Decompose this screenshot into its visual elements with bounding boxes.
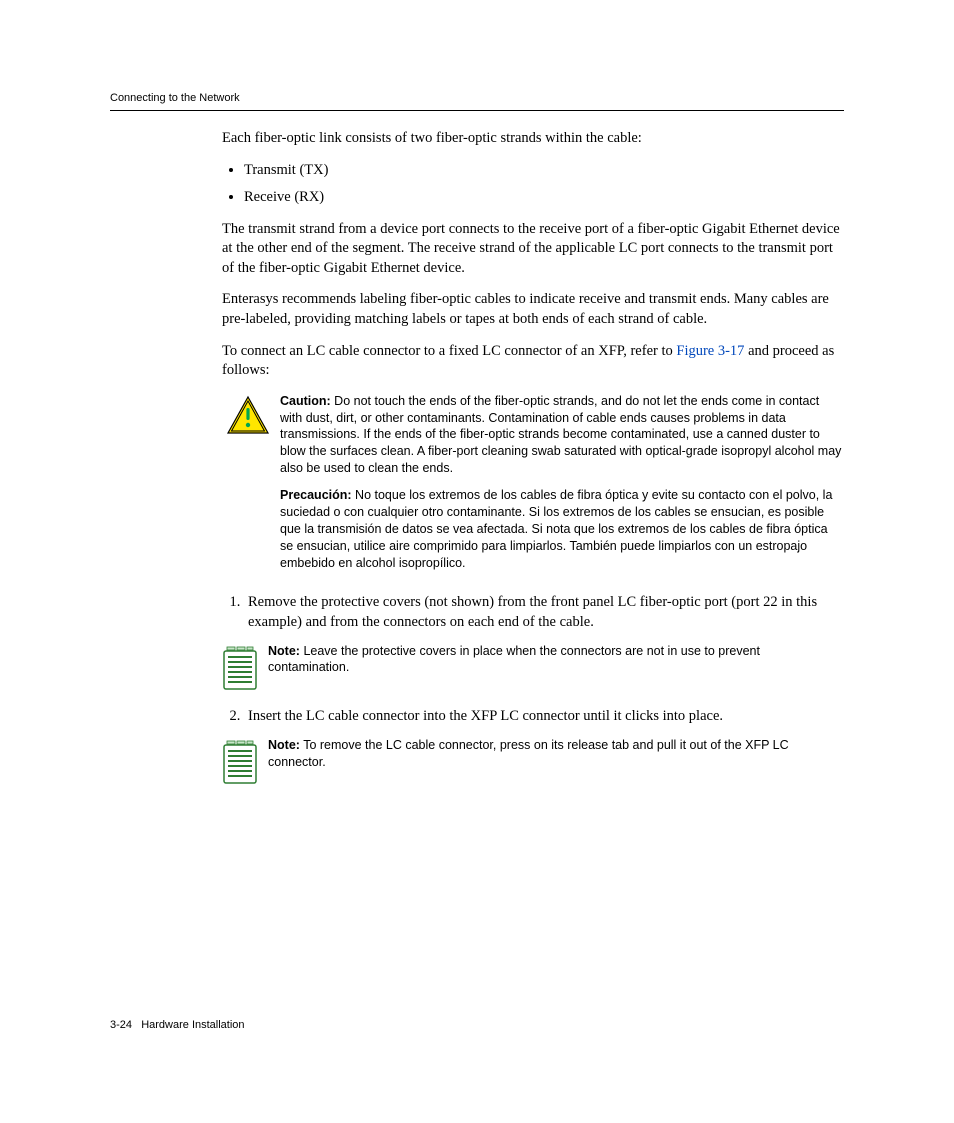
caution-text-block: Caution: Do not touch the ends of the fi… [280, 393, 844, 582]
note-icon [222, 737, 258, 792]
caution-label: Caution: [280, 394, 331, 408]
steps-list: Remove the protective covers (not shown)… [222, 593, 844, 791]
precaucion-text: No toque los extremos de los cables de f… [280, 488, 832, 570]
running-head: Connecting to the Network [110, 92, 844, 104]
header-rule [110, 110, 844, 111]
note-text: To remove the LC cable connector, press … [268, 738, 789, 769]
content-area: Each fiber-optic link consists of two fi… [222, 129, 844, 791]
precaucion-label: Precaución: [280, 488, 352, 502]
text-run: To connect an LC cable connector to a fi… [222, 343, 676, 359]
note-text-block: Note: To remove the LC cable connector, … [268, 737, 844, 771]
chapter-title: Hardware Installation [141, 1019, 244, 1031]
note-text-block: Note: Leave the protective covers in pla… [268, 643, 844, 677]
paragraph: Enterasys recommends labeling fiber-opti… [222, 290, 844, 329]
caution-text: Do not touch the ends of the fiber-optic… [280, 394, 841, 476]
paragraph: To connect an LC cable connector to a fi… [222, 342, 844, 381]
list-item: Receive (RX) [244, 188, 844, 208]
caution-callout: Caution: Do not touch the ends of the fi… [226, 393, 844, 582]
note-icon [222, 643, 258, 698]
list-item: Transmit (TX) [244, 161, 844, 181]
intro-text: Each fiber-optic link consists of two fi… [222, 129, 844, 149]
note-label: Note: [268, 738, 300, 752]
note-label: Note: [268, 644, 300, 658]
caution-icon [226, 393, 270, 444]
bullet-list: Transmit (TX) Receive (RX) [244, 161, 844, 208]
page: Connecting to the Network Each fiber-opt… [0, 0, 954, 1123]
step-item: Remove the protective covers (not shown)… [244, 593, 844, 697]
step-text: Insert the LC cable connector into the X… [248, 707, 844, 727]
page-footer: 3-24 Hardware Installation [110, 1019, 245, 1031]
note-callout: Note: Leave the protective covers in pla… [222, 643, 844, 698]
figure-ref-link[interactable]: Figure 3-17 [676, 343, 744, 359]
note-text: Leave the protective covers in place whe… [268, 644, 760, 675]
step-text: Remove the protective covers (not shown)… [248, 593, 844, 632]
step-item: Insert the LC cable connector into the X… [244, 707, 844, 791]
paragraph: The transmit strand from a device port c… [222, 220, 844, 279]
page-number: 3-24 [110, 1019, 132, 1031]
note-callout: Note: To remove the LC cable connector, … [222, 737, 844, 792]
